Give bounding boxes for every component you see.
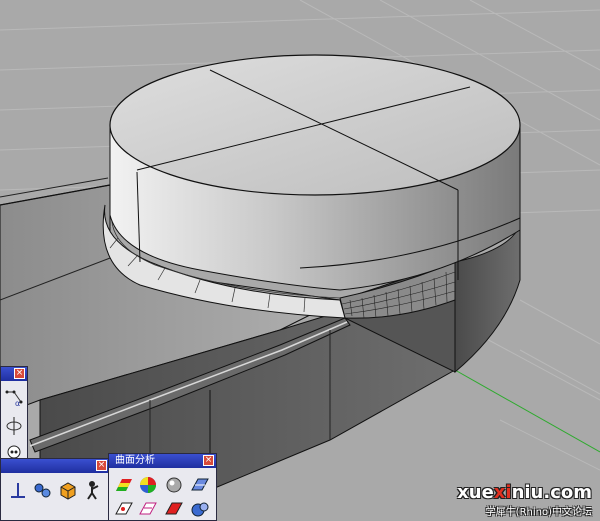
bottom-toolbar-titlebar[interactable]: × [1,459,109,473]
svg-text:α: α [15,399,20,408]
close-icon[interactable]: × [96,460,107,471]
line-tool-icon[interactable] [7,479,29,501]
draft-angle-icon[interactable] [189,474,211,496]
object-check-icon[interactable] [189,498,211,520]
surface-analysis-titlebar[interactable]: 曲面分析 × [109,454,216,468]
cylinder-solid [109,54,521,291]
curve-points-icon[interactable]: α [3,387,25,409]
left-toolbar-panel: × α [0,366,28,469]
circle-axis-icon[interactable] [3,415,25,437]
bottom-toolbar-panel: × [0,458,110,521]
curvature-sphere-icon[interactable] [137,474,159,496]
emap-icon[interactable] [163,498,185,520]
forum-watermark: 学犀牛(Rhino)中文论坛 [485,507,592,518]
site-watermark: xuexiniu.com [457,482,592,503]
zebra-icon[interactable] [113,474,135,496]
point-check-icon[interactable] [113,498,135,520]
edge-check-icon[interactable] [137,498,159,520]
gears-icon[interactable] [31,479,53,501]
env-map-icon[interactable] [163,474,185,496]
close-icon[interactable]: × [14,368,25,379]
left-toolbar-titlebar[interactable]: × [1,367,27,381]
surface-analysis-panel: 曲面分析 × [108,453,217,521]
surface-analysis-title: 曲面分析 [115,455,155,466]
perspective-viewport[interactable] [0,0,600,521]
box-tool-icon[interactable] [57,479,79,501]
cylinder-top-face [109,54,521,196]
worker-icon[interactable] [83,479,105,501]
close-icon[interactable]: × [203,455,214,466]
